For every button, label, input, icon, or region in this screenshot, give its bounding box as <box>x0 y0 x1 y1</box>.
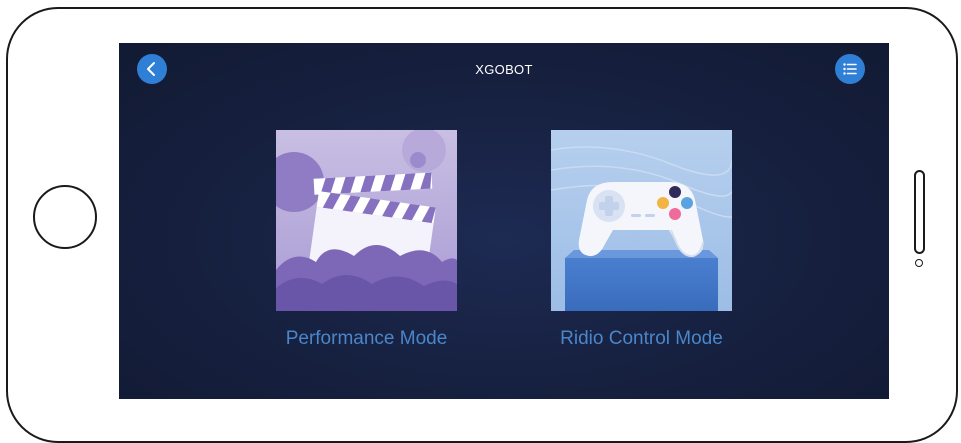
performance-mode-label[interactable]: Performance Mode <box>259 328 474 350</box>
home-button[interactable] <box>33 185 97 249</box>
radio-control-mode-label[interactable]: Ridio Control Mode <box>534 328 749 350</box>
app-screen: XGOBOT Performance Mode Ridio Control Mo… <box>119 43 889 399</box>
clapperboard-icon <box>276 130 457 311</box>
radio-control-mode-tile[interactable] <box>551 130 732 311</box>
side-sensor-dot <box>915 259 923 267</box>
gamepad-icon <box>551 130 732 311</box>
side-speaker-slot <box>914 170 925 254</box>
menu-button[interactable] <box>835 54 865 84</box>
list-menu-icon <box>843 63 857 75</box>
app-title: XGOBOT <box>475 62 533 77</box>
performance-mode-tile[interactable] <box>276 130 457 311</box>
